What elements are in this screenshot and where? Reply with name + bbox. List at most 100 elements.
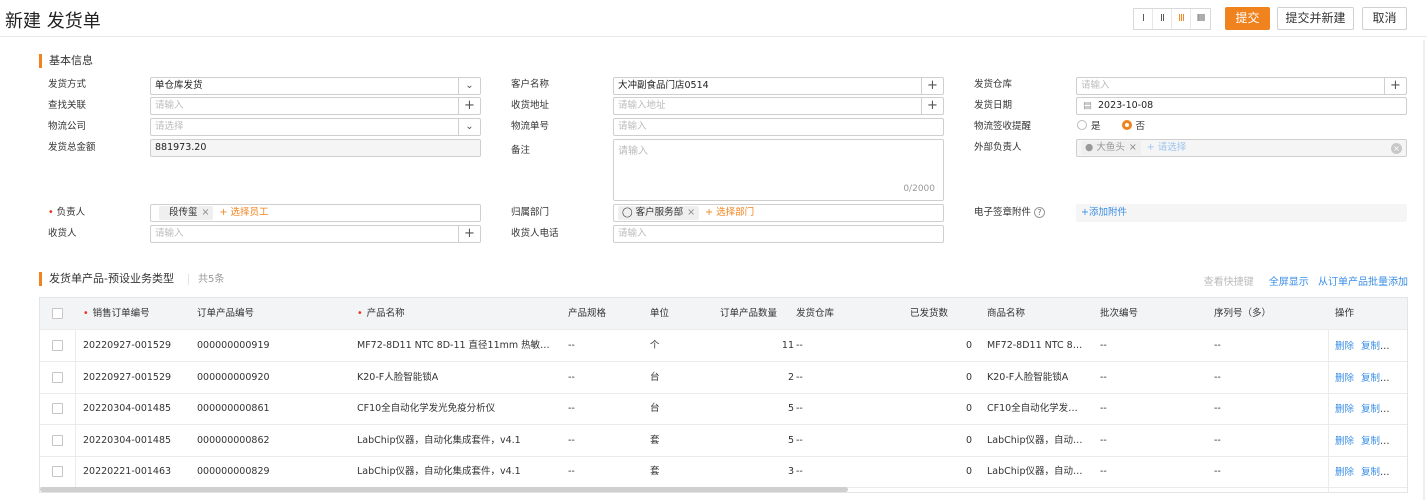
cell-wh: -- xyxy=(796,466,803,477)
chevron-down-icon[interactable]: ⌄ xyxy=(458,78,480,94)
delete-link[interactable]: 删除 xyxy=(1335,373,1354,384)
warehouse-field[interactable]: 请输入 + xyxy=(1076,77,1407,95)
table-row: 20220927-001529 000000000919 MF72-8D11 NTC… xyxy=(40,330,1407,362)
owner-label-text: 负责人 xyxy=(56,207,86,218)
drag-handle-icon[interactable]: ⋮⋮ xyxy=(1401,402,1405,415)
drag-handle-icon[interactable]: ⋮⋮ xyxy=(1401,465,1405,478)
help-icon[interactable]: ? xyxy=(1034,207,1046,218)
address-field[interactable]: 请输入地址 + xyxy=(613,97,944,115)
layout-2col-button[interactable]: II xyxy=(1153,9,1172,29)
plus-icon[interactable]: + xyxy=(921,78,943,94)
table-toolbar: 查看快捷键 全屏显示 从订单产品批量添加 xyxy=(1204,273,1408,288)
delete-link[interactable]: 删除 xyxy=(1335,436,1354,447)
section-products: 发货单产品-预设业务类型 共5条 xyxy=(39,272,225,286)
receiver-phone-field[interactable]: 请输入 xyxy=(613,225,944,243)
submit-and-new-button[interactable]: 提交并新建 xyxy=(1277,7,1354,30)
submit-button[interactable]: 提交 xyxy=(1225,7,1270,30)
drag-handle-icon[interactable]: ⋮⋮ xyxy=(1401,371,1405,384)
layout-4col-button[interactable]: IIII xyxy=(1191,9,1210,29)
select-dept-link[interactable]: + 选择部门 xyxy=(705,207,754,218)
ship-method-select[interactable]: 单仓库发货 ⌄ xyxy=(150,77,481,95)
ship-date-picker[interactable]: ▤ 2023-10-08 xyxy=(1076,97,1407,115)
col-header-batch: 批次编号 xyxy=(1100,308,1139,319)
total-value: 881973.20 xyxy=(155,142,207,153)
cell-unit: 台 xyxy=(650,403,660,414)
cell-goods: K20-F人脸智能锁A xyxy=(987,371,1069,383)
external-owner-field[interactable]: ● 大鱼头 × + 请选择 × xyxy=(1076,139,1407,157)
plus-icon[interactable]: + xyxy=(458,98,480,114)
fullscreen-link[interactable]: 全屏显示 xyxy=(1269,277,1309,288)
copy-link[interactable]: 复制 xyxy=(1361,436,1380,447)
drag-handle-icon[interactable]: ⋮⋮ xyxy=(1401,339,1405,352)
select-employee-link[interactable]: + 选择员工 xyxy=(219,207,268,218)
row-actions: 删除复制 ⋮⋮ xyxy=(1335,456,1405,487)
clear-icon[interactable]: × xyxy=(1391,143,1402,154)
vertical-scrollbar[interactable] xyxy=(1423,40,1425,500)
customer-label: 客户名称 xyxy=(511,79,550,90)
drag-handle-icon[interactable]: ⋮⋮ xyxy=(1401,434,1405,447)
radio-yes-label: 是 xyxy=(1091,121,1101,132)
column-layout-switch[interactable]: I II III IIII xyxy=(1133,8,1211,30)
row-checkbox[interactable] xyxy=(52,466,63,477)
cell-wh: -- xyxy=(796,434,803,446)
esign-label-text: 电子签章附件 xyxy=(974,207,1032,218)
copy-link[interactable]: 复制 xyxy=(1361,404,1380,415)
row-checkbox[interactable] xyxy=(52,371,63,383)
close-icon[interactable]: × xyxy=(202,207,210,218)
copy-link[interactable]: 复制 xyxy=(1361,467,1380,478)
dept-field[interactable]: ◯ 客户服务部 × + 选择部门 xyxy=(613,204,944,222)
layout-1col-button[interactable]: I xyxy=(1134,9,1153,29)
customer-field[interactable]: 大冲副食品门店0514 + xyxy=(613,77,944,95)
plus-icon[interactable]: + xyxy=(1384,78,1406,94)
shortcut-link[interactable]: 查看快捷键 xyxy=(1204,277,1254,288)
related-field[interactable]: 请输入 + xyxy=(150,97,481,115)
row-actions: 删除复制 ⋮⋮ xyxy=(1335,425,1405,456)
chevron-down-icon[interactable]: ⌄ xyxy=(458,119,480,135)
sign-remind-radio-group[interactable]: 是 否 xyxy=(1077,120,1145,134)
total-field: 881973.20 xyxy=(150,139,481,157)
col-header-name: • 产品名称 xyxy=(357,308,405,319)
cancel-button[interactable]: 取消 xyxy=(1362,7,1407,30)
external-owner-add[interactable]: + 请选择 xyxy=(1147,142,1186,153)
cell-order: 20220304-001485 xyxy=(83,434,172,446)
receiver-field[interactable]: 请输入 + xyxy=(150,225,481,243)
select-all-checkbox[interactable] xyxy=(52,308,63,319)
radio-yes[interactable] xyxy=(1077,120,1087,130)
cell-batch: -- xyxy=(1100,403,1107,414)
section-basic-info: 基本信息 xyxy=(39,54,93,68)
horizontal-scrollbar[interactable] xyxy=(40,487,848,492)
products-table: • 销售订单编号 订单产品编号 • 产品名称 产品规格 单位 订单产品数量 发货仓库… xyxy=(39,297,1408,493)
cell-goods: CF10全自动化学发光免疫分析仪 xyxy=(987,403,1087,414)
owner-field[interactable]: 段传玺 × + 选择员工 xyxy=(150,204,481,222)
logistics-placeholder: 请选择 xyxy=(155,121,184,132)
row-checkbox[interactable] xyxy=(52,434,63,446)
row-checkbox[interactable] xyxy=(52,340,63,351)
owner-label: • 负责人 xyxy=(48,206,85,220)
delete-link[interactable]: 删除 xyxy=(1335,404,1354,415)
col-header-qty: 订单产品数量 xyxy=(720,308,778,319)
layout-3col-button[interactable]: III xyxy=(1172,9,1191,29)
copy-link[interactable]: 复制 xyxy=(1361,373,1380,384)
logistics-select[interactable]: 请选择 ⌄ xyxy=(150,118,481,136)
cell-shipped: 0 xyxy=(965,403,972,414)
remark-textarea[interactable]: 请输入 0/2000 xyxy=(613,139,944,201)
dept-label: 归属部门 xyxy=(511,207,550,218)
row-checkbox[interactable] xyxy=(52,403,63,414)
esign-field[interactable]: +添加附件 xyxy=(1076,204,1407,222)
owner-tag: 段传玺 × xyxy=(159,206,214,220)
cell-name: LabChip仪器，自动化集成套件，v4.1 xyxy=(357,434,521,446)
delete-link[interactable]: 删除 xyxy=(1335,341,1354,352)
close-icon[interactable]: × xyxy=(1129,142,1137,153)
plus-icon[interactable]: + xyxy=(921,98,943,114)
batch-add-link[interactable]: 从订单产品批量添加 xyxy=(1318,277,1408,288)
plus-icon[interactable]: + xyxy=(458,226,480,242)
copy-link[interactable]: 复制 xyxy=(1361,341,1380,352)
close-icon[interactable]: × xyxy=(687,207,695,218)
esign-label: 电子签章附件 ? xyxy=(974,206,1046,220)
logistics-label: 物流公司 xyxy=(48,121,87,132)
tracking-field[interactable]: 请输入 xyxy=(613,118,944,136)
radio-no[interactable] xyxy=(1121,120,1132,130)
add-attachment-link[interactable]: +添加附件 xyxy=(1081,207,1127,218)
receiver-placeholder: 请输入 xyxy=(155,228,184,239)
delete-link[interactable]: 删除 xyxy=(1335,467,1354,478)
